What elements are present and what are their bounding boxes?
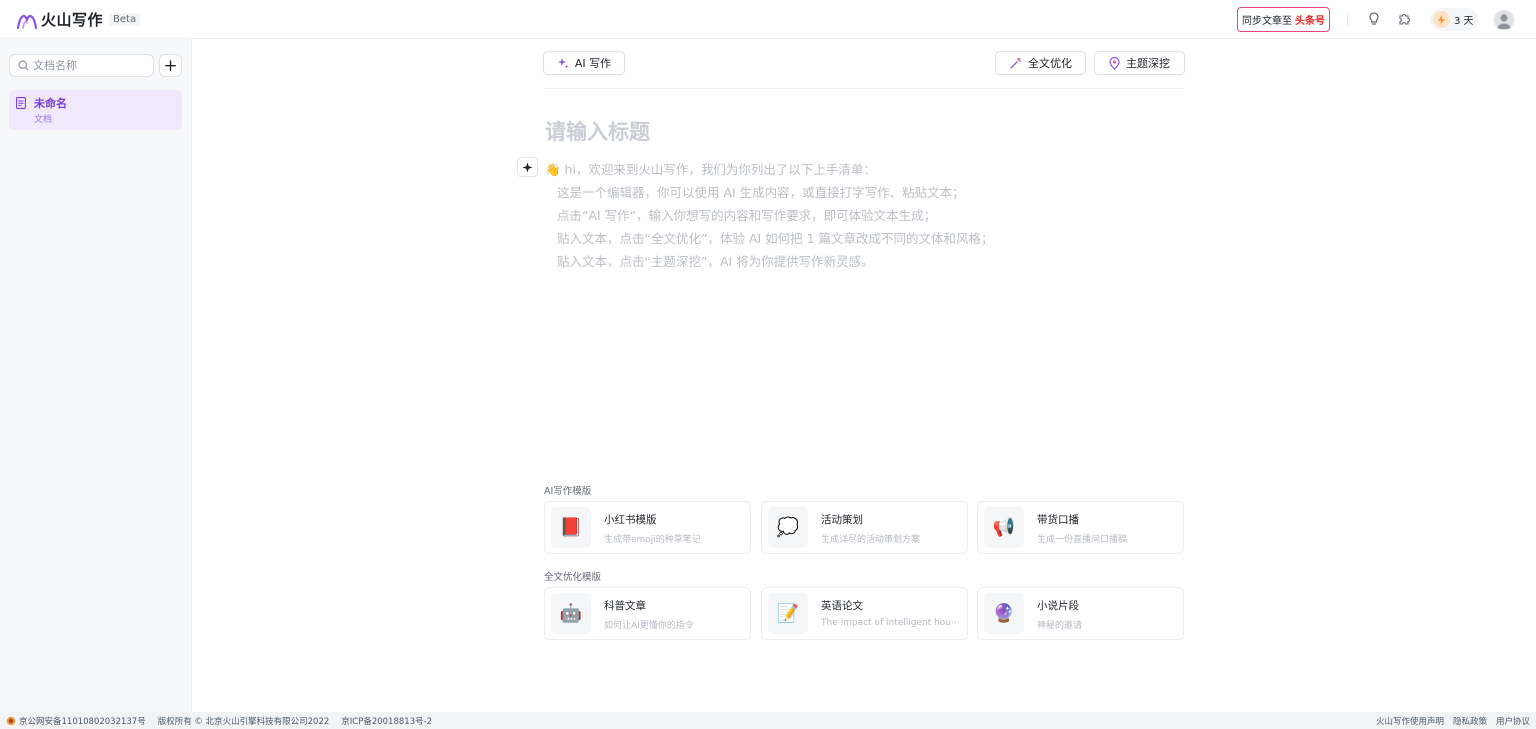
beta-badge: Beta	[109, 13, 141, 26]
search-icon	[18, 60, 29, 71]
police-record-link[interactable]: 京公网安备11010802032137号	[19, 715, 146, 727]
intro-line: 贴入文本，点击“全文优化”，体验 AI 如何把 1 篇文章改成不同的文体和风格；	[557, 231, 994, 246]
ai-assist-handle[interactable]	[517, 157, 538, 177]
optimize-button[interactable]: 全文优化	[995, 51, 1086, 75]
sparkle-plus-icon	[522, 162, 533, 172]
sync-to-toutiao-button[interactable]: 同步文章至 头条号	[1237, 7, 1330, 32]
card-title: 英语论文	[821, 600, 863, 612]
optimize-label: 全文优化	[1028, 57, 1072, 70]
memo-icon: 📝	[768, 593, 808, 634]
optimize-templates-heading: 全文优化模版	[544, 572, 602, 583]
card-title: 科普文章	[604, 600, 646, 612]
document-item[interactable]: 未命名 文档	[9, 90, 182, 130]
terms-link[interactable]: 火山写作使用声明	[1376, 715, 1444, 727]
toutiao-brand: 头条号	[1295, 16, 1325, 27]
robot-icon: 🤖	[551, 593, 591, 634]
card-subtitle: 神秘的邀请	[1037, 621, 1083, 631]
crystal-ball-icon: 🔮	[984, 593, 1024, 634]
topic-dig-label: 主题深挖	[1126, 57, 1170, 70]
card-subtitle: 生成一份直播间口播稿	[1037, 535, 1128, 545]
sparkle-icon	[557, 58, 569, 69]
document-type: 文档	[34, 115, 53, 125]
lightning-icon	[1433, 11, 1450, 28]
template-card-event-planning[interactable]: 💭 活动策划 生成详尽的活动策划方案	[761, 501, 968, 554]
document-icon	[16, 97, 26, 109]
card-title: 小说片段	[1037, 600, 1079, 612]
template-card-livestream[interactable]: 📢 带货口播 生成一份直播间口播稿	[977, 501, 1184, 554]
icp-link[interactable]: 京ICP备20018813号-2	[341, 715, 432, 727]
magic-wand-icon	[1010, 56, 1022, 69]
ai-templates-heading: AI写作模版	[544, 486, 592, 497]
thought-bubble-icon: 💭	[768, 507, 808, 548]
police-badge-icon	[6, 716, 16, 726]
intro-line: 贴入文本，点击“主题深挖”，AI 将为你提供写作新灵感。	[557, 254, 874, 269]
intro-line: 这是一个编辑器，你可以使用 AI 生成内容，或直接打字写作、粘贴文本；	[557, 185, 965, 200]
sidebar: + 未命名 文档	[0, 39, 192, 712]
energy-counter[interactable]: 3 天	[1430, 8, 1478, 31]
ai-write-label: AI 写作	[574, 57, 612, 70]
app-name: 火山写作	[41, 11, 104, 29]
lightbulb-icon[interactable]	[1365, 10, 1383, 28]
card-subtitle: The impact of intelligent hou···	[821, 618, 960, 628]
title-placeholder[interactable]: 请输入标题	[545, 116, 650, 146]
header-divider	[1347, 13, 1348, 26]
card-title: 带货口播	[1037, 514, 1079, 526]
card-subtitle: 生成带emoji的种草笔记	[604, 535, 701, 545]
ai-write-button[interactable]: AI 写作	[543, 51, 625, 75]
intro-line: 点击“AI 写作”，输入你想写的内容和写作要求，即可体验文本生成；	[557, 208, 937, 223]
template-card-english-paper[interactable]: 📝 英语论文 The impact of intelligent hou···	[761, 587, 968, 640]
app-logo[interactable]: 火山写作 Beta	[16, 9, 141, 30]
document-title: 未命名	[34, 97, 67, 110]
privacy-link[interactable]: 隐私政策	[1453, 715, 1487, 727]
card-title: 小红书模版	[604, 514, 657, 526]
user-avatar-icon	[1497, 14, 1511, 29]
user-agreement-link[interactable]: 用户协议	[1496, 715, 1530, 727]
editor-body[interactable]: 👋 hi，欢迎来到火山写作，我们为你列出了以下上手清单： 这是一个编辑器，你可以…	[545, 158, 994, 273]
location-pin-icon	[1109, 56, 1120, 70]
card-subtitle: 如何让AI更懂你的指令	[604, 621, 694, 631]
plugin-icon[interactable]	[1394, 10, 1412, 28]
top-header: 火山写作 Beta 同步文章至 头条号 3 天	[0, 0, 1536, 39]
card-title: 活动策划	[821, 514, 863, 526]
toolbar-divider	[544, 88, 1184, 89]
megaphone-icon: 📢	[984, 507, 1024, 548]
template-card-popular-science[interactable]: 🤖 科普文章 如何让AI更懂你的指令	[544, 587, 751, 640]
add-document-button[interactable]: +	[159, 54, 182, 77]
template-card-xiaohongshu[interactable]: 📕 小红书模版 生成带emoji的种草笔记	[544, 501, 751, 554]
template-card-novel-excerpt[interactable]: 🔮 小说片段 神秘的邀请	[977, 587, 1184, 640]
sync-label: 同步文章至	[1242, 16, 1292, 27]
footer: 京公网安备11010802032137号 版权所有 © 北京火山引擎科技有限公司…	[0, 712, 1536, 729]
doc-search-box[interactable]	[9, 54, 154, 77]
intro-line: 👋 hi，欢迎来到火山写作，我们为你列出了以下上手清单：	[545, 162, 876, 177]
red-book-icon: 📕	[551, 507, 591, 548]
energy-count: 3 天	[1454, 16, 1474, 27]
volcano-logo-icon	[16, 14, 38, 29]
search-input[interactable]	[33, 59, 143, 72]
copyright-text: 版权所有 © 北京火山引擎科技有限公司2022	[157, 717, 330, 727]
user-avatar[interactable]	[1494, 10, 1514, 30]
card-subtitle: 生成详尽的活动策划方案	[821, 535, 921, 545]
topic-dig-button[interactable]: 主题深挖	[1094, 51, 1185, 75]
